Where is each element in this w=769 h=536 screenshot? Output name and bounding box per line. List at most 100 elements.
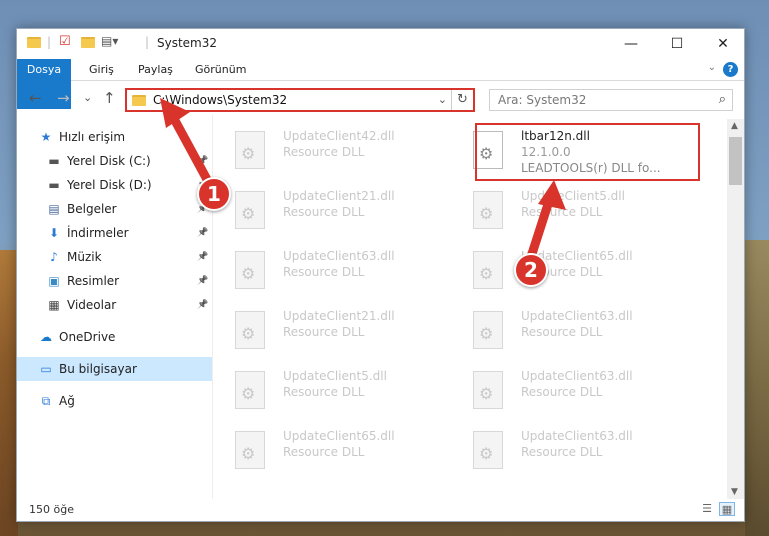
sidebar-item[interactable]: ▭ Bu bilgisayar [17, 357, 212, 381]
search-icon[interactable]: ⌕ [719, 92, 726, 107]
dll-file-icon: ⚙ [473, 251, 503, 289]
drive-icon: ▬ [48, 178, 60, 192]
pin-icon[interactable]: 📌 [197, 221, 208, 245]
dll-file-icon: ⚙ [473, 431, 503, 469]
dll-file-icon: ⚙ [473, 311, 503, 349]
cloud-icon: ☁ [40, 330, 52, 344]
file-name: UpdateClient63.dll [521, 369, 633, 383]
file-description: Resource DLL [283, 205, 365, 219]
sidebar-item-label: Bu bilgisayar [59, 362, 137, 376]
sidebar-item[interactable]: ▣ Resimler 📌 [17, 269, 212, 293]
file-item[interactable]: ⚙ UpdateClient65.dll Resource DLL [465, 243, 695, 293]
file-item[interactable]: ⚙ UpdateClient63.dll Resource DLL [465, 303, 695, 353]
sidebar-item[interactable]: ▬Yerel Disk (D:)📌 [17, 173, 212, 197]
file-item[interactable]: ⚙ UpdateClient65.dll Resource DLL [227, 423, 457, 473]
sidebar-item-label: OneDrive [59, 330, 116, 344]
back-button[interactable]: ← [29, 89, 42, 107]
up-button[interactable]: ↑ [103, 89, 116, 107]
dll-file-icon: ⚙ [235, 431, 265, 469]
customize-quick-access-icon[interactable]: ▤▾ [101, 34, 118, 52]
gear-icon: ⚙ [479, 444, 494, 463]
file-item[interactable]: ⚙ UpdateClient5.dll Resource DLL [227, 363, 457, 413]
dll-file-icon: ⚙ [235, 191, 265, 229]
search-input[interactable]: Ara: System32 ⌕ [489, 89, 733, 111]
tab-view[interactable]: Görünüm [185, 59, 256, 81]
expand-ribbon-icon[interactable]: ⌄ [708, 62, 716, 73]
documents-icon: ▤ [48, 202, 60, 216]
sidebar-item[interactable]: ▦ Videolar 📌 [17, 293, 212, 317]
pin-icon[interactable]: 📌 [197, 245, 208, 269]
address-bar[interactable]: C:\Windows\System32 ⌄ ↻ [125, 88, 475, 112]
sidebar-item-label: Hızlı erişim [59, 130, 126, 144]
sidebar-item-label: Resimler [67, 274, 120, 288]
sidebar-item[interactable]: ♪ Müzik 📌 [17, 245, 212, 269]
help-icon[interactable]: ? [723, 62, 738, 77]
pin-icon[interactable]: 📌 [197, 149, 208, 173]
sidebar-item[interactable]: ★ Hızlı erişim [17, 125, 212, 149]
chevron-down-icon[interactable]: ⌄ [438, 93, 447, 106]
close-button[interactable]: ✕ [700, 29, 746, 59]
sidebar-item-label: Videolar [67, 298, 117, 312]
gear-icon: ⚙ [241, 324, 256, 343]
search-placeholder: Ara: System32 [498, 93, 587, 107]
dll-file-icon: ⚙ [235, 251, 265, 289]
file-name: UpdateClient63.dll [521, 309, 633, 323]
drive-icon: ▬ [48, 154, 60, 168]
sidebar-item[interactable]: ⬇ İndirmeler 📌 [17, 221, 212, 245]
address-path[interactable]: C:\Windows\System32 [153, 93, 287, 107]
details-view-icon[interactable]: ☰ [699, 502, 715, 516]
pin-icon[interactable]: 📌 [197, 293, 208, 317]
file-name: UpdateClient5.dll [283, 369, 387, 383]
file-item[interactable]: ⚙ UpdateClient63.dll Resource DLL [465, 363, 695, 413]
file-description: Resource DLL [521, 385, 603, 399]
window-title: System32 [157, 36, 218, 50]
sidebar-item[interactable]: ☁ OneDrive [17, 325, 212, 349]
gear-icon: ⚙ [241, 264, 256, 283]
step-2-badge: 2 [514, 253, 548, 287]
tab-home[interactable]: Giriş [79, 59, 124, 81]
sidebar-item[interactable]: ▤ Belgeler 📌 [17, 197, 212, 221]
file-item[interactable]: ⚙ UpdateClient21.dll Resource DLL [227, 303, 457, 353]
navigation-bar: ← → ⌄ ↑ C:\Windows\System32 ⌄ ↻ Ara: Sys… [17, 85, 744, 115]
forward-button[interactable]: → [57, 89, 70, 107]
sidebar-item-label: Ağ [59, 394, 75, 408]
new-folder-icon[interactable] [81, 37, 95, 48]
computer-icon: ▭ [40, 362, 52, 376]
file-item[interactable]: ⚙ UpdateClient63.dll Resource DLL [465, 423, 695, 473]
explorer-window: | ☑ ▤▾ | System32 — ☐ ✕ Dosya Giriş Payl… [16, 28, 745, 522]
title-bar: | ☑ ▤▾ | System32 — ☐ ✕ [17, 29, 744, 59]
scroll-up-icon[interactable]: ▲ [731, 121, 738, 131]
scroll-down-icon[interactable]: ▼ [731, 487, 738, 497]
file-description: Resource DLL [521, 205, 603, 219]
gear-icon: ⚙ [241, 204, 256, 223]
maximize-button[interactable]: ☐ [654, 29, 700, 59]
dll-file-icon: ⚙ [235, 311, 265, 349]
pane-divider[interactable] [212, 115, 213, 499]
desktop-background-right [745, 240, 769, 536]
pictures-icon: ▣ [48, 274, 60, 288]
download-icon: ⬇ [48, 226, 60, 240]
sidebar-item[interactable]: ⧉ Ağ [17, 389, 212, 413]
star-icon: ★ [40, 130, 52, 144]
gear-icon: ⚙ [241, 144, 256, 163]
vertical-scrollbar[interactable]: ▲ ▼ [727, 119, 744, 499]
sidebar-item-label: Yerel Disk (C:) [67, 154, 151, 168]
tab-share[interactable]: Paylaş [128, 59, 183, 81]
item-count: 150 öğe [29, 503, 74, 516]
sidebar-item[interactable]: ▬ Yerel Disk (C:) 📌 [17, 149, 212, 173]
file-item[interactable]: ⚙ UpdateClient5.dll Resource DLL [465, 183, 695, 233]
file-item[interactable]: ⚙ UpdateClient42.dll Resource DLL [227, 123, 457, 173]
pin-icon[interactable]: 📌 [197, 269, 208, 293]
videos-icon: ▦ [48, 298, 60, 312]
scroll-thumb[interactable] [729, 137, 742, 185]
file-name: UpdateClient63.dll [283, 249, 395, 263]
file-item[interactable]: ⚙ UpdateClient63.dll Resource DLL [227, 243, 457, 293]
properties-icon[interactable]: ☑ [59, 34, 71, 52]
dll-file-icon: ⚙ [473, 371, 503, 409]
refresh-icon[interactable]: ↻ [451, 90, 473, 110]
tiles-view-icon[interactable]: ▦ [719, 502, 735, 516]
recent-locations-button[interactable]: ⌄ [83, 91, 92, 104]
minimize-button[interactable]: — [608, 29, 654, 59]
file-description: Resource DLL [521, 325, 603, 339]
file-item[interactable]: ⚙ UpdateClient21.dll Resource DLL [227, 183, 457, 233]
